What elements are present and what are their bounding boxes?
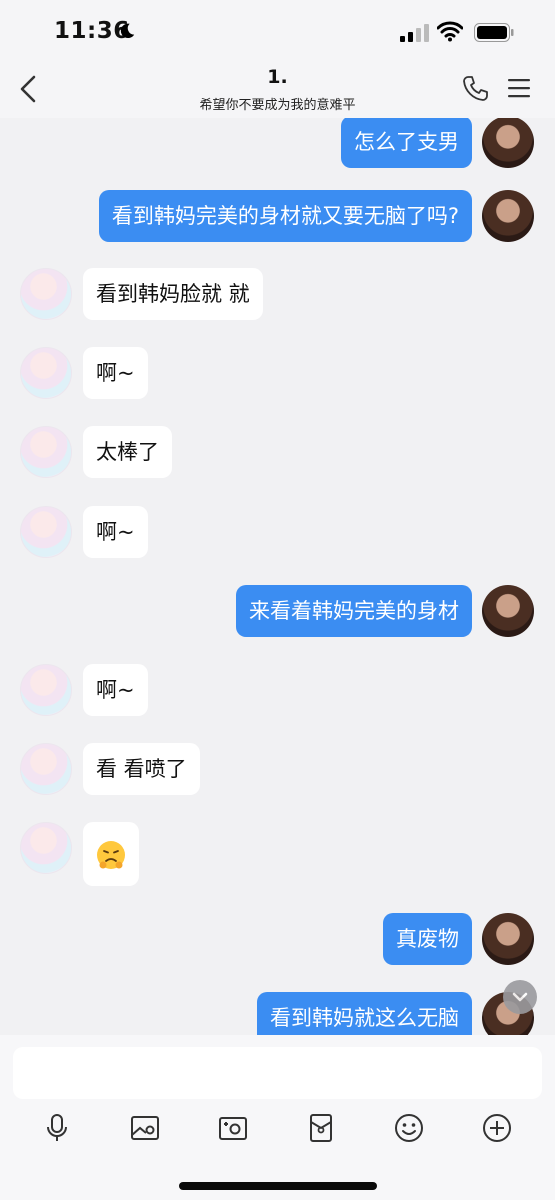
message-input[interactable]: [13, 1047, 542, 1099]
camera-icon[interactable]: [218, 1113, 248, 1143]
message-bubble[interactable]: 看到韩妈就这么无脑: [257, 992, 472, 1035]
message-bubble[interactable]: 太棒了: [83, 426, 172, 478]
battery-icon: [474, 23, 514, 42]
message-bubble[interactable]: 看 看喷了: [83, 743, 200, 795]
contact-avatar[interactable]: [20, 268, 72, 320]
message-list[interactable]: 怎么了支男 看到韩妈完美的身材就又要无脑了吗? 看到韩妈脸就 就 啊~ 太棒了 …: [0, 118, 555, 1035]
message-received: 看到韩妈脸就 就: [0, 268, 555, 324]
message-sent: 真废物: [0, 913, 555, 969]
red-packet-icon[interactable]: [306, 1113, 336, 1143]
image-icon[interactable]: [130, 1113, 160, 1143]
scroll-to-bottom-button[interactable]: [503, 980, 537, 1014]
contact-avatar[interactable]: [20, 822, 72, 874]
message-received: 啊~: [0, 664, 555, 720]
moon-icon: [120, 23, 135, 39]
message-sent: 怎么了支男: [0, 118, 555, 172]
message-bubble[interactable]: 看到韩妈脸就 就: [83, 268, 263, 320]
contact-avatar[interactable]: [20, 426, 72, 478]
plus-icon[interactable]: [482, 1113, 512, 1143]
message-bubble[interactable]: 看到韩妈完美的身材就又要无脑了吗?: [98, 190, 472, 242]
my-avatar[interactable]: [482, 118, 534, 168]
message-sent: 看到韩妈就这么无脑: [0, 992, 555, 1035]
emoji-icon[interactable]: [394, 1113, 424, 1143]
contact-avatar[interactable]: [20, 347, 72, 399]
message-bubble[interactable]: 啊~: [83, 347, 148, 399]
my-avatar[interactable]: [482, 190, 534, 242]
contact-avatar[interactable]: [20, 664, 72, 716]
sad-face-emoji-icon: [97, 841, 125, 869]
message-sent: 看到韩妈完美的身材就又要无脑了吗?: [0, 188, 555, 244]
cellular-signal-icon: [400, 24, 429, 42]
message-received: 看 看喷了: [0, 743, 555, 799]
my-avatar[interactable]: [482, 913, 534, 965]
my-avatar[interactable]: [482, 585, 534, 637]
message-received: [0, 822, 555, 888]
status-bar: 11:36: [0, 0, 555, 60]
home-indicator: [179, 1182, 377, 1190]
contact-avatar[interactable]: [20, 506, 72, 558]
message-bubble[interactable]: 啊~: [83, 506, 148, 558]
microphone-icon[interactable]: [42, 1113, 72, 1143]
message-bubble[interactable]: 真废物: [383, 913, 472, 965]
message-bubble[interactable]: 来看着韩妈完美的身材: [236, 585, 472, 637]
chevron-down-icon: [512, 992, 528, 1002]
message-received: 太棒了: [0, 426, 555, 482]
contact-avatar[interactable]: [20, 743, 72, 795]
message-bubble[interactable]: 啊~: [83, 664, 148, 716]
phone-call-icon[interactable]: [462, 75, 489, 102]
menu-icon[interactable]: [507, 77, 531, 99]
composer: [0, 1035, 555, 1200]
wifi-icon: [437, 21, 463, 42]
message-bubble[interactable]: 怎么了支男: [341, 118, 472, 168]
message-sent: 来看着韩妈完美的身材: [0, 585, 555, 641]
chat-header: 1. 希望你不要成为我的意难平: [0, 60, 555, 118]
message-received: 啊~: [0, 506, 555, 562]
message-bubble[interactable]: [83, 822, 139, 886]
message-received: 啊~: [0, 347, 555, 403]
